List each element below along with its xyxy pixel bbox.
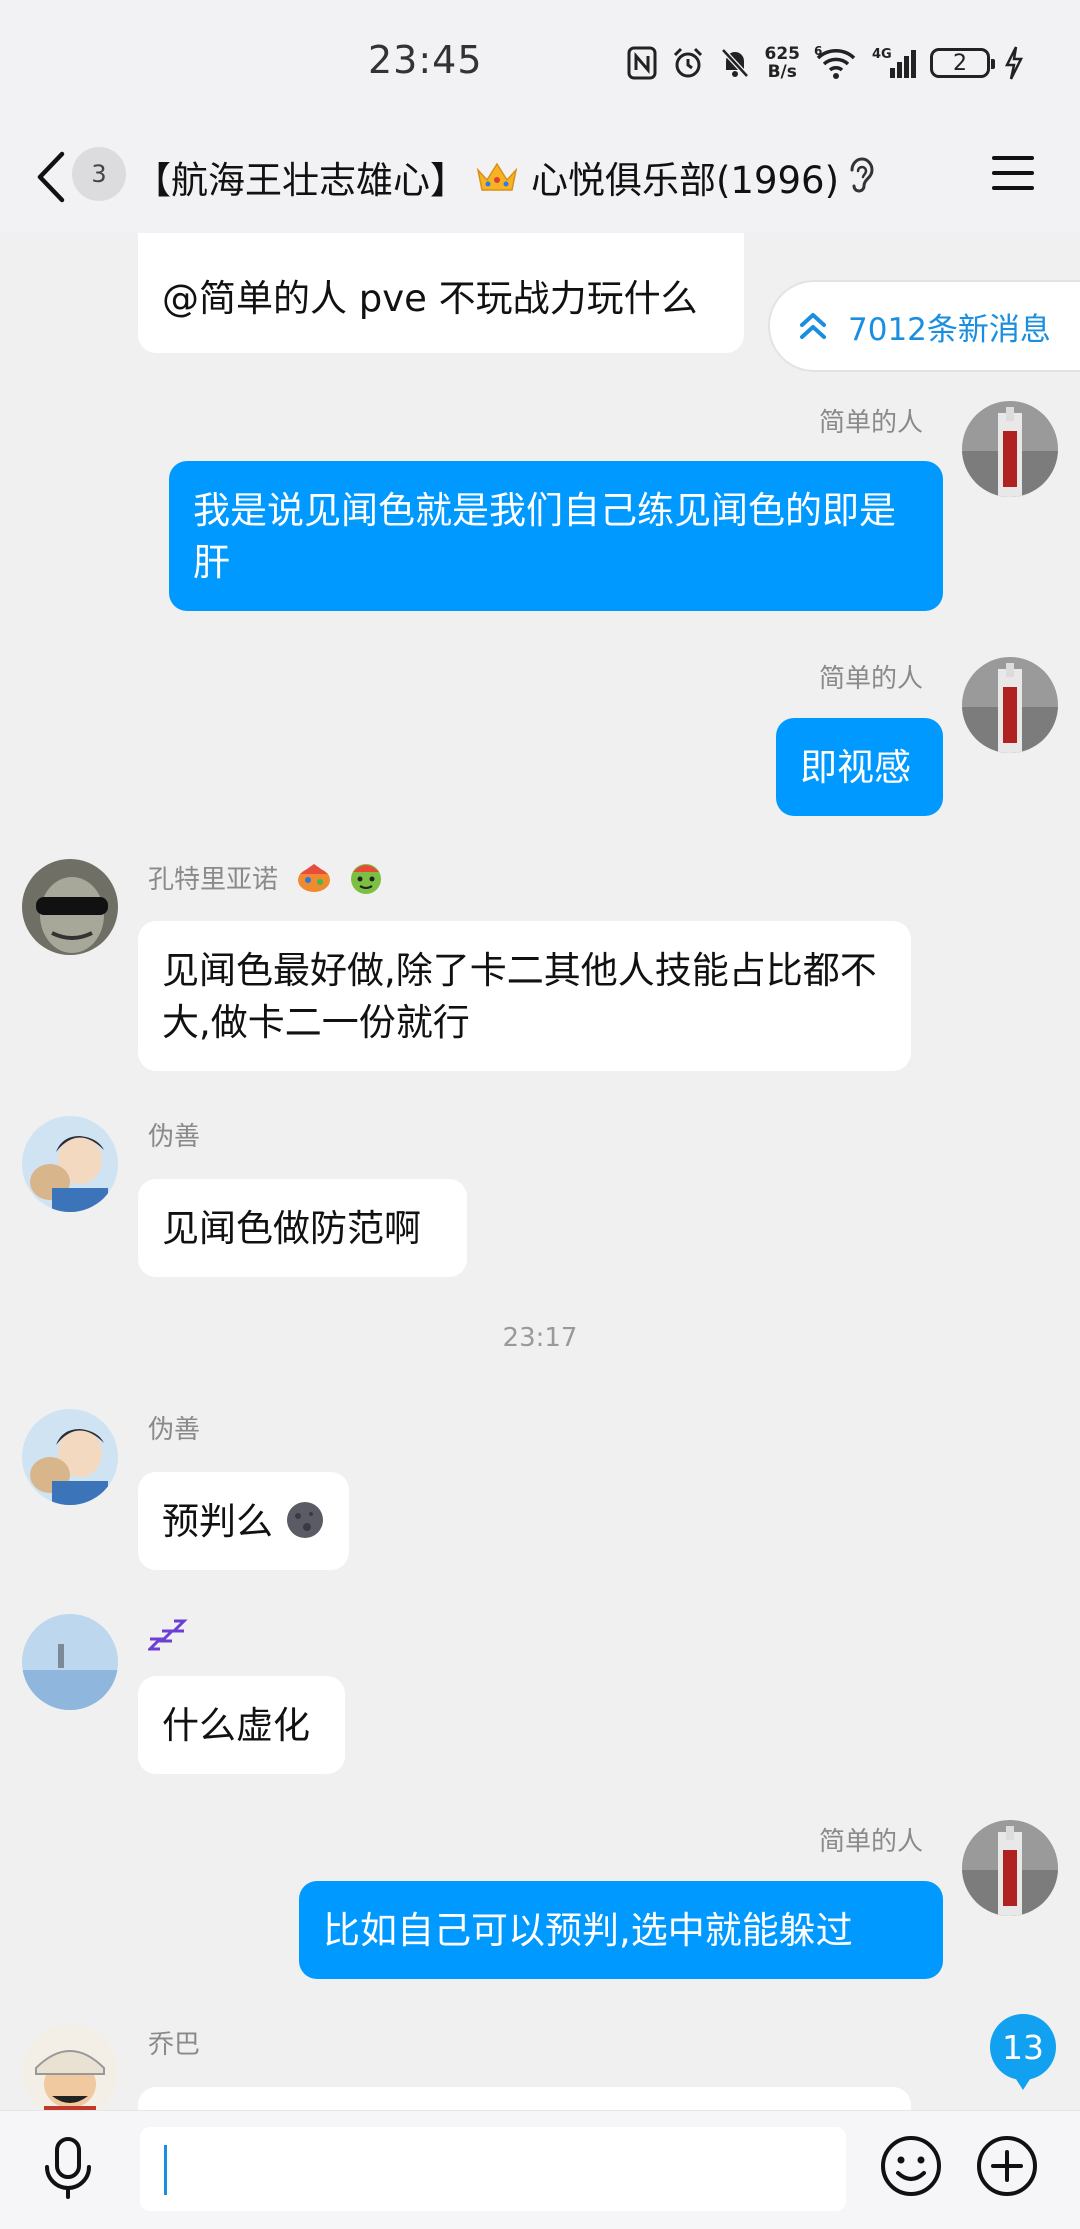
new-messages-label: 7012条新消息 xyxy=(848,311,1051,348)
sender-name: 简单的人 xyxy=(819,408,924,438)
back-button[interactable] xyxy=(30,150,74,204)
sender-name: 简单的人 xyxy=(819,1827,924,1857)
menu-line xyxy=(992,171,1034,175)
message-list[interactable]: @简单的人 pve 不玩战力玩什么 简单的人 我是说见闻色就是我们自己练见闻色的… xyxy=(0,233,1080,2110)
net-speed-unit: B/s xyxy=(767,62,797,82)
message-bubble[interactable]: 什么虚化 xyxy=(138,1676,345,1774)
new-moon-face-icon xyxy=(286,1502,323,1538)
avatar[interactable] xyxy=(962,1820,1058,1916)
ear-icon[interactable] xyxy=(846,154,876,198)
avatar-image xyxy=(962,401,1058,497)
message-bubble[interactable]: 预判么 xyxy=(138,1472,349,1570)
alarm-icon xyxy=(673,47,702,78)
wifi-icon: 6 xyxy=(814,46,856,79)
sender-name: 乔巴 xyxy=(148,2030,201,2060)
svg-text:4G: 4G xyxy=(872,47,892,62)
menu-button[interactable] xyxy=(992,156,1034,194)
sender-name: 简单的人 xyxy=(819,664,924,694)
chat-title-suffix: 心悦俱乐部(1996) xyxy=(531,159,840,202)
network-speed: 625 B/s xyxy=(765,45,801,81)
sender-name-text: 孔特里亚诺 xyxy=(148,865,279,895)
microphone-button[interactable] xyxy=(40,2135,96,2201)
sender-name: 孔特里亚诺 xyxy=(148,859,385,896)
crown-icon xyxy=(476,162,518,191)
battery-indicator: 2 xyxy=(930,48,995,78)
unread-messages-badge[interactable]: 13 xyxy=(990,2014,1056,2090)
input-bar xyxy=(0,2110,1080,2229)
avatar-image xyxy=(22,2024,118,2110)
message-bubble[interactable]: 见闻色最好做,除了卡二其他人技能占比都不大,做卡二一份就行 xyxy=(138,921,911,1071)
sender-name: 伪善 xyxy=(148,1415,201,1445)
battery-level: 2 xyxy=(953,50,967,76)
net-speed-value: 625 xyxy=(764,44,801,64)
message-bubble[interactable]: 见闻色做防范啊 xyxy=(138,1179,467,1277)
sender-name: 伪善 xyxy=(148,1122,201,1152)
avatar[interactable] xyxy=(22,859,118,955)
menu-line xyxy=(992,186,1034,190)
message-bubble[interactable]: @简单的人 pve 不玩战力玩什么 xyxy=(138,233,744,353)
message-text: 预判么 xyxy=(162,1500,273,1543)
message-text: 什么虚化 xyxy=(162,1704,310,1747)
emoji-button[interactable] xyxy=(878,2133,944,2199)
status-icons: 625 B/s 6 4G 2 xyxy=(627,40,1025,86)
double-chevron-up-icon xyxy=(800,313,826,339)
time-separator: 23:17 xyxy=(502,1323,578,1353)
avatar[interactable] xyxy=(962,657,1058,753)
message-bubble[interactable]: 比如自己可以预判,选中就能躲过 xyxy=(299,1881,943,1979)
avatar-image xyxy=(22,1116,118,1212)
mute-bell-icon xyxy=(720,48,749,78)
menu-line xyxy=(992,156,1034,160)
chat-title[interactable]: 【航海王壮志雄心】 心悦俱乐部(1996) xyxy=(134,150,839,204)
status-bar: 23:45 625 B/s 6 4G 2 xyxy=(0,0,1080,120)
unread-count-badge[interactable]: 3 xyxy=(72,147,126,201)
avatar[interactable] xyxy=(22,1116,118,1212)
charging-icon xyxy=(1004,46,1024,80)
avatar[interactable] xyxy=(22,1614,118,1710)
chat-header: 3 【航海王壮志雄心】 心悦俱乐部(1996) xyxy=(0,120,1080,233)
message-text: 见闻色最好做,除了卡二其他人技能占比都不大,做卡二一份就行 xyxy=(162,949,877,1044)
avatar-image xyxy=(22,1409,118,1505)
cellular-signal-icon: 4G xyxy=(872,47,916,78)
message-bubble[interactable]: 我是说见闻色就是我们自己练见闻色的即是肝 xyxy=(169,461,943,611)
svg-text:6: 6 xyxy=(814,46,822,58)
avatar-image xyxy=(962,1820,1058,1916)
message-bubble[interactable] xyxy=(138,2087,911,2110)
message-bubble[interactable]: 即视感 xyxy=(776,718,943,816)
message-text: @简单的人 pve 不玩战力玩什么 xyxy=(162,277,698,320)
avatar-image xyxy=(962,657,1058,753)
new-messages-button[interactable]: 7012条新消息 xyxy=(768,280,1080,372)
avatar-image xyxy=(22,1614,118,1710)
avatar[interactable] xyxy=(22,1409,118,1505)
avatar[interactable] xyxy=(22,2024,118,2110)
add-button[interactable] xyxy=(974,2133,1040,2199)
avatar[interactable] xyxy=(962,401,1058,497)
nfc-icon xyxy=(627,46,656,80)
status-time: 23:45 xyxy=(368,38,483,82)
avatar-image xyxy=(22,859,118,955)
sticker-badge-icon xyxy=(298,864,331,892)
zzz-icon xyxy=(148,1619,188,1651)
face-badge-icon xyxy=(350,864,381,894)
message-text: 即视感 xyxy=(800,746,911,789)
message-text: 比如自己可以预判,选中就能躲过 xyxy=(323,1909,853,1952)
message-text: 见闻色做防范啊 xyxy=(162,1207,421,1250)
text-caret xyxy=(164,2145,167,2195)
message-input[interactable] xyxy=(140,2127,846,2211)
chat-title-prefix: 【航海王壮志雄心】 xyxy=(134,159,467,202)
message-text: 我是说见闻色就是我们自己练见闻色的即是肝 xyxy=(193,489,896,584)
